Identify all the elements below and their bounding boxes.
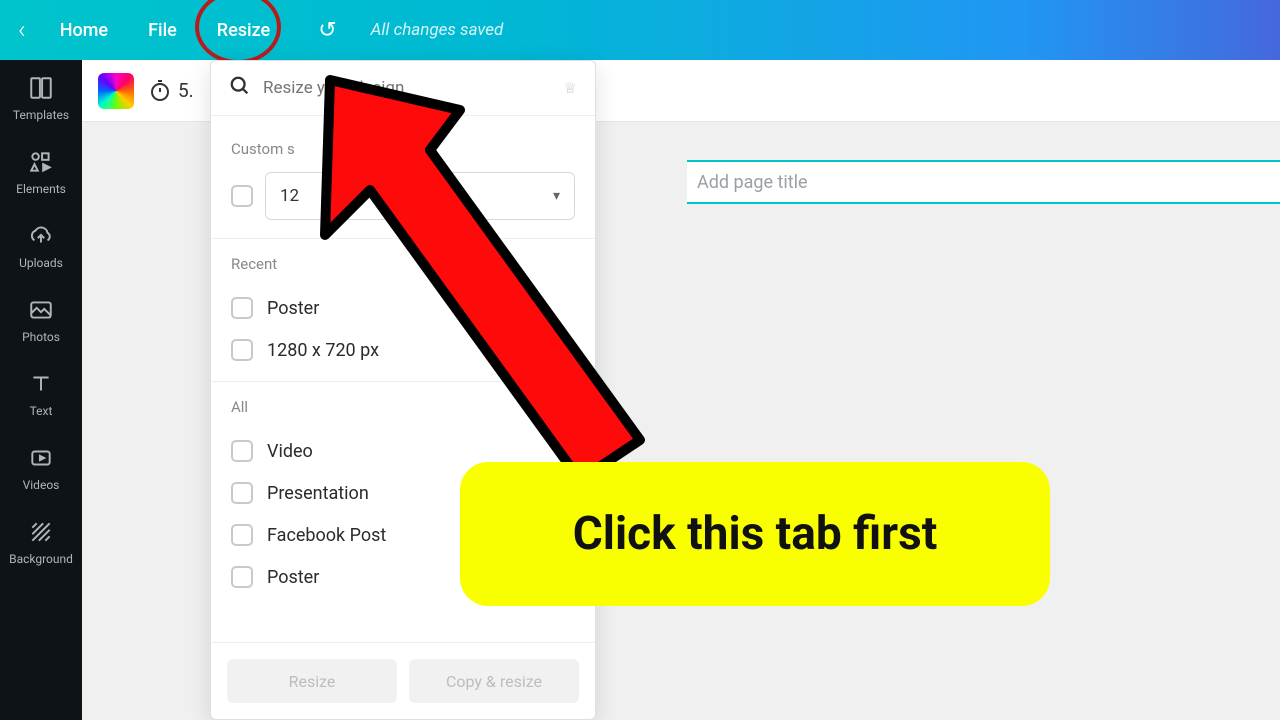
photos-icon [27,296,55,324]
templates-icon [27,74,55,102]
resize-option-poster[interactable]: Poster [231,287,575,329]
option-checkbox[interactable] [231,524,253,546]
elements-icon [27,148,55,176]
divider [211,381,595,382]
sidebar-item-videos[interactable]: Videos [23,444,60,492]
option-checkbox[interactable] [231,482,253,504]
option-label: Poster [267,567,319,588]
home-menu[interactable]: Home [54,12,114,49]
stopwatch-icon [148,79,172,103]
chevron-down-icon: ▾ [553,188,560,204]
save-status: All changes saved [371,20,504,40]
file-menu[interactable]: File [142,12,183,49]
sidebar-item-photos[interactable]: Photos [22,296,60,344]
top-menu-bar: ‹ Home File Resize ↺ All changes saved [0,0,1280,60]
recent-label: Recent [231,255,575,273]
text-icon [27,370,55,398]
resize-dropdown-panel: ♕ Custom s 12 ▾ Recent Poster 1280 x 720… [210,60,596,720]
resize-option-1280x720[interactable]: 1280 x 720 px [231,329,575,371]
option-checkbox[interactable] [231,297,253,319]
sidebar-label: Text [30,404,53,418]
custom-size-checkbox[interactable] [231,185,253,207]
search-icon [229,75,251,101]
option-label: Presentation [267,483,369,504]
custom-width-value: 12 [280,186,299,206]
back-icon[interactable]: ‹ [18,15,26,45]
uploads-icon [27,222,55,250]
page-title-input[interactable]: Add page title [687,160,1280,204]
sidebar-item-elements[interactable]: Elements [16,148,66,196]
sidebar-label: Templates [13,108,69,122]
sidebar-item-text[interactable]: Text [27,370,55,418]
copy-resize-button[interactable]: Copy & resize [409,659,579,703]
option-label: Facebook Post [267,525,386,546]
custom-size-input[interactable]: 12 ▾ [265,172,575,220]
page-title-placeholder: Add page title [697,172,808,193]
resize-button[interactable]: Resize [227,659,397,703]
timer-value: 5. [178,79,194,102]
color-picker[interactable] [98,73,134,109]
sidebar-label: Photos [22,330,60,344]
undo-icon[interactable]: ↺ [318,18,336,43]
resize-search-input[interactable] [263,78,552,98]
divider [211,238,595,239]
sidebar-label: Videos [23,478,60,492]
background-icon [27,518,55,546]
option-checkbox[interactable] [231,566,253,588]
option-checkbox[interactable] [231,339,253,361]
resize-menu[interactable]: Resize [211,12,276,49]
option-label: Video [267,441,313,462]
timer-control[interactable]: 5. [148,79,194,103]
sidebar-item-templates[interactable]: Templates [13,74,69,122]
crown-icon: ♕ [564,79,577,97]
sidebar-label: Background [9,552,73,566]
option-label: Poster [267,298,319,319]
custom-size-label: Custom s [231,140,575,158]
sidebar-item-uploads[interactable]: Uploads [19,222,63,270]
left-sidebar: Templates Elements Uploads Photos Text V… [0,60,82,720]
sidebar-item-background[interactable]: Background [9,518,73,566]
option-checkbox[interactable] [231,440,253,462]
callout-text: Click this tab first [573,507,938,561]
sidebar-label: Elements [16,182,66,196]
option-label: 1280 x 720 px [267,340,379,361]
sidebar-label: Uploads [19,256,63,270]
annotation-callout: Click this tab first [460,462,1050,606]
videos-icon [27,444,55,472]
all-label: All [231,398,575,416]
